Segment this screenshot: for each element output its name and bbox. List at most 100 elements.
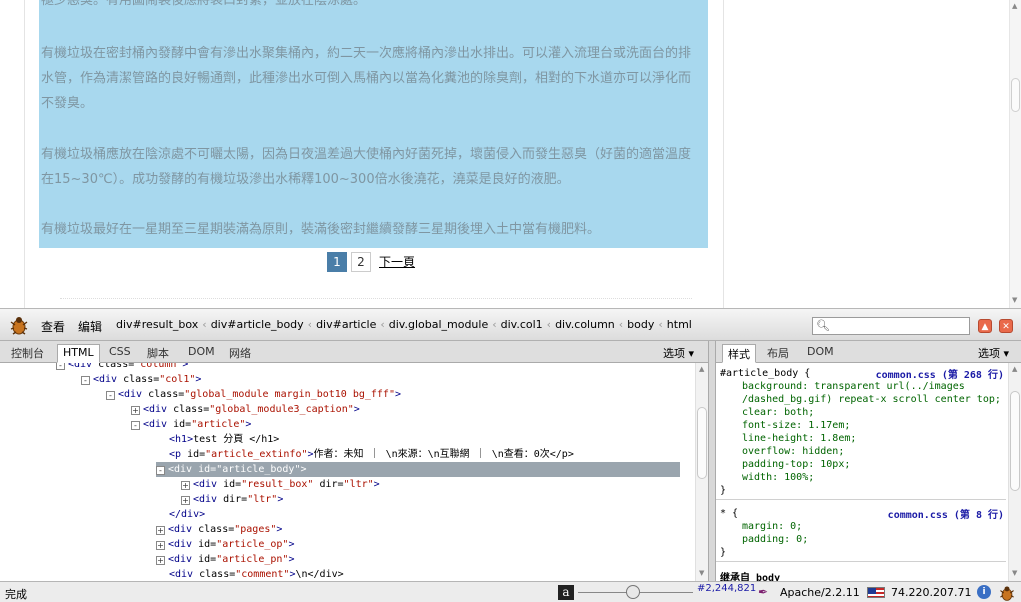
info-icon[interactable]: i xyxy=(977,585,991,599)
tab-console[interactable]: 控制台 xyxy=(6,344,49,363)
css-source-link[interactable]: common.css (第 268 行) xyxy=(876,366,1004,381)
tab-css[interactable]: CSS xyxy=(104,344,136,363)
css-property[interactable]: /dashed_bg.gif) repeat-x scroll center t… xyxy=(742,393,1001,406)
view-menu[interactable]: 查看 xyxy=(41,318,65,335)
expand-icon[interactable]: + xyxy=(181,496,190,505)
attr-value[interactable]: "pages" xyxy=(234,524,276,535)
html-panel-scrollbar[interactable]: ▲ ▼ xyxy=(695,363,708,581)
expand-icon[interactable]: + xyxy=(181,481,190,490)
expand-icon[interactable]: + xyxy=(131,406,140,415)
tree-node[interactable]: <p id="article_extinfo">作者：未知 ｜ \n來源：\n互… xyxy=(156,447,574,462)
attr-value[interactable]: "ltr" xyxy=(344,479,374,490)
tree-node[interactable]: + <div class="pages"> xyxy=(156,522,282,537)
firebug-icon[interactable] xyxy=(8,314,30,336)
collapse-icon[interactable]: - xyxy=(56,363,65,370)
tree-node[interactable]: + <div id="article_pn"> xyxy=(156,552,294,567)
css-selector[interactable]: * { xyxy=(720,507,738,520)
breadcrumb-item[interactable]: div.global_module xyxy=(387,318,490,331)
css-property[interactable]: clear: both; xyxy=(742,406,814,419)
css-property[interactable]: margin: 0; xyxy=(742,520,802,533)
tree-node[interactable]: - <div class="column"> xyxy=(56,363,188,372)
tree-node[interactable]: + <div id="result_box" dir="ltr"> xyxy=(181,477,380,492)
firebug-status-icon[interactable] xyxy=(998,584,1016,602)
css-selector[interactable]: #article_body { xyxy=(720,367,810,380)
page-2-link[interactable]: 2 xyxy=(351,251,371,272)
breadcrumb-item[interactable]: div.column xyxy=(553,318,617,331)
css-panel-scrollbar[interactable]: ▲ ▼ xyxy=(1008,363,1021,581)
tree-node[interactable]: - <div class="col1"> xyxy=(81,372,201,387)
attr-value[interactable]: "article_extinfo" xyxy=(205,449,307,460)
breadcrumb-item[interactable]: div.col1 xyxy=(499,318,545,331)
breadcrumb-item[interactable]: body xyxy=(625,318,656,331)
scroll-up-icon[interactable]: ▲ xyxy=(1012,365,1017,373)
panel-splitter[interactable] xyxy=(708,341,716,581)
css-property[interactable]: width: 100%; xyxy=(742,471,814,484)
zoom-slider-handle[interactable] xyxy=(626,585,640,599)
adblock-icon[interactable]: a xyxy=(558,585,574,600)
breadcrumb-item[interactable]: html xyxy=(665,318,694,331)
attr-value[interactable]: "comment" xyxy=(235,569,289,580)
css-source-link[interactable]: common.css (第 8 行) xyxy=(888,506,1004,521)
edit-menu[interactable]: 编辑 xyxy=(78,318,102,335)
css-property[interactable]: padding-top: 10px; xyxy=(742,458,850,471)
breadcrumb-item[interactable]: div#article xyxy=(314,318,378,331)
minimize-panel-button[interactable]: ▲ xyxy=(978,319,992,333)
css-property[interactable]: font-size: 1.17em; xyxy=(742,419,850,432)
attr-value[interactable]: "global_module3_caption" xyxy=(209,404,354,415)
html-scroll-thumb[interactable] xyxy=(697,407,707,479)
scroll-up-icon[interactable]: ▲ xyxy=(1012,2,1017,10)
attr-value[interactable]: "article_body" xyxy=(216,464,300,475)
tree-node-selected[interactable]: - <div id="article_body"> xyxy=(156,462,680,477)
tree-node[interactable]: <div class="comment">\n</div> xyxy=(156,567,344,581)
attr-value[interactable]: "col1" xyxy=(159,374,195,385)
breadcrumb-item[interactable]: div#result_box xyxy=(114,318,200,331)
tree-node[interactable]: - <div id="article"> xyxy=(131,417,251,432)
attr-value[interactable]: "article_pn" xyxy=(216,554,288,565)
css-property[interactable]: background: transparent url(../images xyxy=(742,380,965,393)
collapse-icon[interactable]: - xyxy=(81,376,90,385)
breadcrumb-item[interactable]: div#article_body xyxy=(209,318,306,331)
tree-node[interactable]: </div> xyxy=(156,507,205,522)
attr-value[interactable]: "global_module margin_bot10 bg_fff" xyxy=(184,389,395,400)
close-panel-button[interactable]: ✕ xyxy=(999,319,1013,333)
attr-value[interactable]: "article" xyxy=(191,419,245,430)
tree-node[interactable]: - <div class="global_module margin_bot10 … xyxy=(106,387,401,402)
tab-style-dom[interactable]: DOM xyxy=(802,344,839,363)
attr-value[interactable]: "article_op" xyxy=(216,539,288,550)
attr-value[interactable]: "result_box" xyxy=(241,479,313,490)
css-property[interactable]: line-height: 1.8em; xyxy=(742,432,856,445)
collapse-icon[interactable]: - xyxy=(156,466,165,475)
tree-node[interactable]: + <div class="global_module3_caption"> xyxy=(131,402,360,417)
css-scroll-thumb[interactable] xyxy=(1010,391,1020,491)
css-property[interactable]: overflow: hidden; xyxy=(742,445,844,458)
tab-style[interactable]: 样式 xyxy=(722,344,756,363)
left-options-menu[interactable]: 选项 ▾ xyxy=(663,345,694,361)
tab-net[interactable]: 网络 xyxy=(224,344,256,363)
tab-script[interactable]: 脚本 xyxy=(142,344,174,363)
expand-icon[interactable]: + xyxy=(156,526,165,535)
right-options-menu[interactable]: 选项 ▾ xyxy=(978,345,1009,361)
page-1-link[interactable]: 1 xyxy=(327,251,347,272)
css-property[interactable]: padding: 0; xyxy=(742,533,808,546)
tree-node[interactable]: + <div id="article_op"> xyxy=(156,537,294,552)
page-scrollbar[interactable]: ▲ ▼ xyxy=(1009,0,1021,308)
attr-value[interactable]: "ltr" xyxy=(247,494,277,505)
tree-node[interactable]: + <div dir="ltr"> xyxy=(181,492,283,507)
feather-icon[interactable]: ✒ xyxy=(758,585,768,599)
scroll-down-icon[interactable]: ▼ xyxy=(1012,569,1017,577)
tab-layout[interactable]: 布局 xyxy=(762,344,794,363)
search-input[interactable]: 🔍︎ xyxy=(812,317,970,335)
expand-icon[interactable]: + xyxy=(156,541,165,550)
collapse-icon[interactable]: - xyxy=(131,421,140,430)
next-page-link[interactable]: 下一頁 xyxy=(379,253,415,270)
attr-value[interactable]: "column" xyxy=(134,363,182,370)
tree-node[interactable]: <h1>test 分頁 </h1> xyxy=(156,432,279,447)
scroll-down-icon[interactable]: ▼ xyxy=(699,569,704,577)
tab-html[interactable]: HTML xyxy=(57,344,100,363)
scroll-up-icon[interactable]: ▲ xyxy=(699,365,704,373)
page-scroll-thumb[interactable] xyxy=(1011,78,1020,112)
scroll-down-icon[interactable]: ▼ xyxy=(1012,296,1017,304)
expand-icon[interactable]: + xyxy=(156,556,165,565)
tab-dom[interactable]: DOM xyxy=(183,344,220,363)
collapse-icon[interactable]: - xyxy=(106,391,115,400)
